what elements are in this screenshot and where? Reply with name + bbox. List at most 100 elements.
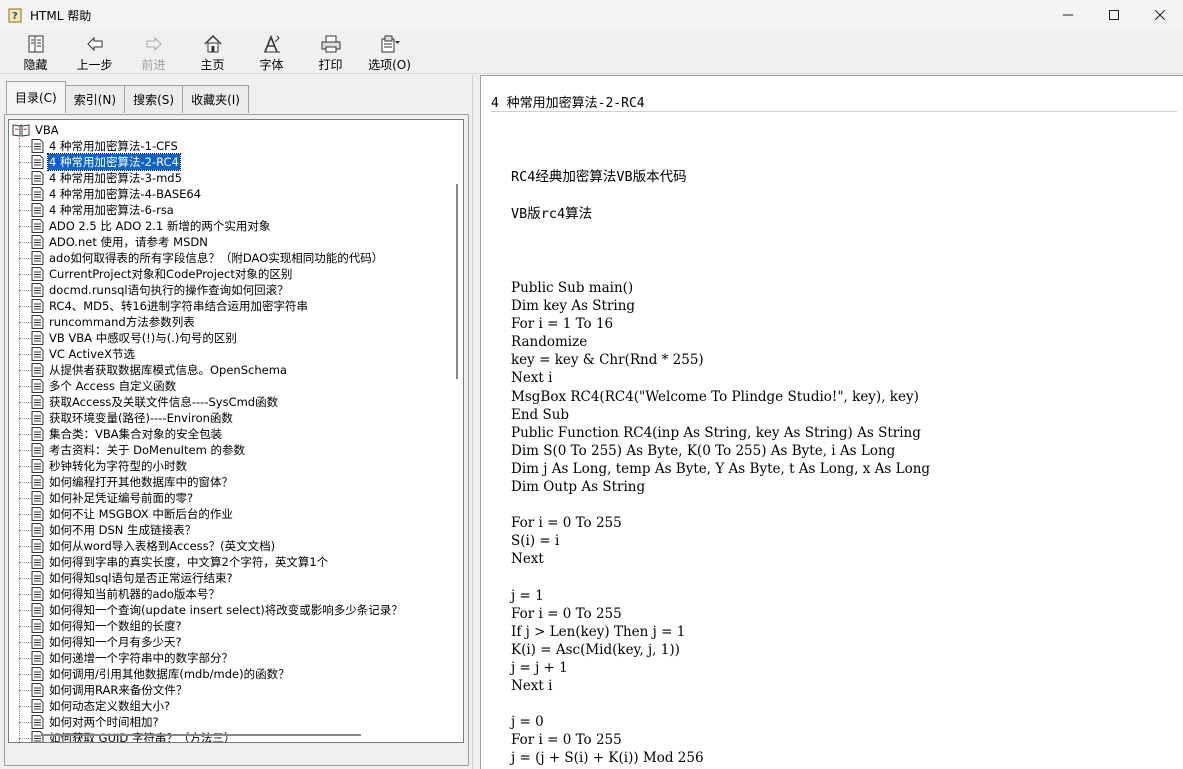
tree-connector: [19, 354, 31, 355]
tree-connector: [19, 658, 31, 659]
tab-search[interactable]: 搜索(S): [124, 85, 184, 113]
tree-scroll-thumb[interactable]: [456, 184, 458, 379]
tree-connector: [19, 146, 31, 147]
tab-contents[interactable]: 目录(C): [6, 81, 66, 113]
tree-item[interactable]: 如何调用/引用其他数据库(mdb/mde)的函数？: [9, 666, 449, 682]
minimize-button[interactable]: [1045, 0, 1091, 30]
print-button[interactable]: 打印: [301, 30, 360, 74]
tree-item[interactable]: 如何动态定义数组大小?: [9, 698, 449, 714]
maximize-button[interactable]: [1091, 0, 1137, 30]
tree-item[interactable]: VC ActiveX节选: [9, 346, 449, 362]
tree-item-label: 如何动态定义数组大小?: [49, 699, 171, 713]
tree-item[interactable]: ADO 2.5 比 ADO 2.1 新增的两个实用对象: [9, 218, 449, 234]
tree-connector: [19, 434, 31, 435]
back-button[interactable]: 上一步: [65, 30, 124, 74]
page-icon: [31, 587, 44, 601]
close-button[interactable]: [1137, 0, 1183, 30]
hide-button[interactable]: 隐藏: [6, 30, 65, 74]
tree-item[interactable]: 如何得知一个月有多少天?: [9, 634, 449, 650]
tree-item[interactable]: 4 种常用加密算法-4-BASE64: [9, 186, 449, 202]
print-label: 打印: [318, 58, 343, 72]
tree-connector: [19, 402, 31, 403]
tree-item[interactable]: 如何得知当前机器的ado版本号？: [9, 586, 449, 602]
tree-item[interactable]: 从提供者获取数据库模式信息。OpenSchema: [9, 362, 449, 378]
tree-item[interactable]: 4 种常用加密算法-1-CFS: [9, 138, 449, 154]
code-block: Public Sub main() Dim key As String For …: [511, 280, 931, 767]
tree-item[interactable]: 秒钟转化为字符型的小时数: [9, 458, 449, 474]
tree-item[interactable]: 集合类：VBA集合对象的安全包装: [9, 426, 449, 442]
tree-vertical-scrollbar[interactable]: [451, 120, 463, 742]
tree-item-label: 4 种常用加密算法-6-rsa: [49, 203, 174, 217]
tree-item[interactable]: 4 种常用加密算法-3-md5: [9, 170, 449, 186]
tree-item-label: 4 种常用加密算法-3-md5: [49, 171, 182, 185]
pane-splitter[interactable]: [472, 75, 480, 769]
tab-search-label: 搜索(S): [133, 93, 175, 107]
tree-item-label: CurrentProject对象和CodeProject对象的区别: [49, 267, 293, 281]
tree-item[interactable]: 如何递增一个字符串中的数字部分？: [9, 650, 449, 666]
tree-horizontal-scrollbar[interactable]: [41, 734, 361, 736]
tree-item-label: 如何得知一个查询(update insert select)将改变或影响多少条记…: [49, 603, 403, 617]
tree-root[interactable]: VBA: [9, 122, 449, 138]
tab-index[interactable]: 索引(N): [64, 85, 126, 113]
tree-item[interactable]: 多个 Access 自定义函数: [9, 378, 449, 394]
tree-connector: [19, 722, 31, 723]
options-button[interactable]: 选项(O): [360, 30, 419, 74]
tree-root-label: VBA: [35, 123, 59, 137]
navigation-pane: 目录(C) 索引(N) 搜索(S) 收藏夹(I) VBA 4 种常用加密算法-1…: [0, 75, 472, 769]
tree-item[interactable]: 如何不让 MSGBOX 中断后台的作业: [9, 506, 449, 522]
tree-item-label: VB VBA 中感叹号(!)与(.)句号的区别: [49, 331, 237, 345]
tree-connector: [19, 162, 31, 163]
close-icon: [1155, 10, 1165, 20]
tab-favorites[interactable]: 收藏夹(I): [182, 85, 249, 113]
tree-item-label: 如何得到字串的真实长度，中文算2个字符，英文算1个: [49, 555, 329, 569]
page-icon: [31, 283, 44, 297]
tree-item[interactable]: 如何获取 GUID 字符串？（方法三）: [9, 730, 449, 743]
tree-item[interactable]: 获取Access及关联文件信息----SysCmd函数: [9, 394, 449, 410]
font-icon: [263, 34, 280, 53]
tree-item-label: 如何补足凭证编号前面的零?: [49, 491, 194, 505]
tree-item-label: 从提供者获取数据库模式信息。OpenSchema: [49, 363, 287, 377]
help-app-icon: ?: [8, 8, 22, 23]
tree-item[interactable]: 如何编程打开其他数据库中的窗体？: [9, 474, 449, 490]
contents-tree[interactable]: VBA 4 种常用加密算法-1-CFS 4 种常用加密算法-2-RC4 4 种常用加…: [8, 119, 464, 743]
tree-item[interactable]: 如何得知sql语句是否正常运行结束?: [9, 570, 449, 586]
tree-item-label: 如何得知一个数组的长度?: [49, 619, 182, 633]
page-icon: [31, 443, 44, 457]
tree-connector: [19, 482, 31, 483]
home-button[interactable]: 主页: [183, 30, 242, 74]
tree-item-label: 4 种常用加密算法-2-RC4: [47, 153, 181, 171]
page-icon: [31, 459, 44, 473]
tree-item-label: 如何得知一个月有多少天?: [49, 635, 182, 649]
forward-button[interactable]: 前进: [124, 30, 183, 74]
font-button[interactable]: 字体: [242, 30, 301, 74]
tree-item[interactable]: 4 种常用加密算法-6-rsa: [9, 202, 449, 218]
tree-item[interactable]: 如何得知一个查询(update insert select)将改变或影响多少条记…: [9, 602, 449, 618]
tree-item[interactable]: docmd.runsql语句执行的操作查询如何回滚？: [9, 282, 449, 298]
tree-item[interactable]: 如何得到字串的真实长度，中文算2个字符，英文算1个: [9, 554, 449, 570]
tree-connector: [19, 738, 31, 739]
topic-subheading: VB版rc4算法: [511, 206, 593, 222]
tree-item[interactable]: ADO.net 使用，请参考 MSDN: [9, 234, 449, 250]
tree-item[interactable]: 如何得知一个数组的长度?: [9, 618, 449, 634]
tree-item[interactable]: ado如何取得表的所有字段信息？（附DAO实现相同功能的代码）: [9, 250, 449, 266]
tree-item[interactable]: 考古资料：关于 DoMenuItem 的参数: [9, 442, 449, 458]
page-icon: [31, 379, 44, 393]
tree-item[interactable]: 如何补足凭证编号前面的零?: [9, 490, 449, 506]
tree-item[interactable]: VB VBA 中感叹号(!)与(.)句号的区别: [9, 330, 449, 346]
tree-item[interactable]: 4 种常用加密算法-2-RC4: [9, 153, 449, 171]
tree-item[interactable]: 如何不用 DSN 生成链接表？: [9, 522, 449, 538]
tree-item[interactable]: RC4、MD5、转16进制字符串结合运用加密字符串: [9, 298, 449, 314]
page-icon: [31, 619, 44, 633]
tree-item[interactable]: 如何对两个时间相加?: [9, 714, 449, 730]
forward-arrow-icon: [146, 36, 162, 52]
tree-item[interactable]: 获取环境变量(路径)----Environ函数: [9, 410, 449, 426]
tree-item[interactable]: 如何调用RAR来备份文件？: [9, 682, 449, 698]
tree-item[interactable]: runcommand方法参数列表: [9, 314, 449, 330]
page-icon: [31, 555, 44, 569]
tree-item-label: 如何获取 GUID 字符串？（方法三）: [49, 731, 236, 743]
tree-item-label: 多个 Access 自定义函数: [49, 379, 177, 393]
home-label: 主页: [200, 58, 225, 72]
hide-icon: [28, 35, 43, 53]
tree-item[interactable]: CurrentProject对象和CodeProject对象的区别: [9, 266, 449, 282]
tree-item[interactable]: 如何从word导入表格到Access？(英文文档): [9, 538, 449, 554]
